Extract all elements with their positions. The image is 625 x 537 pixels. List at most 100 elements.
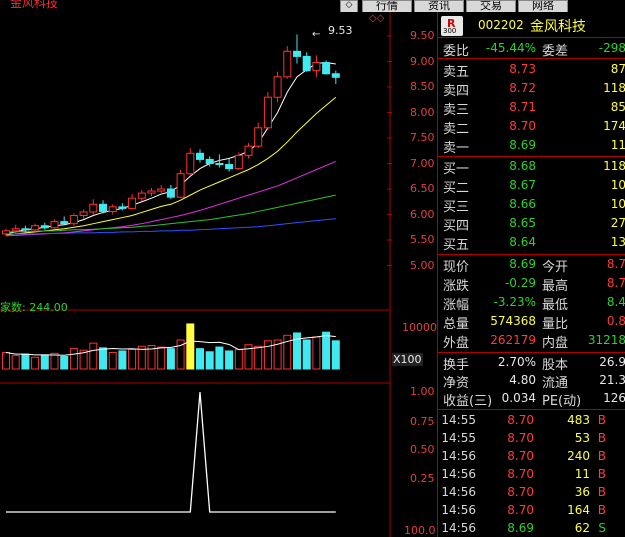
tick-side: B (597, 413, 606, 427)
candle-body (205, 158, 214, 164)
indicator-tick-1: 1.00 (410, 385, 435, 398)
volume-bar (40, 354, 49, 370)
stat-label: 总量 (443, 317, 470, 332)
candle-body (234, 154, 243, 170)
bid-volume: 13 (610, 235, 625, 249)
ask-label: 卖四 (443, 84, 470, 99)
bid-label: 买二 (443, 181, 470, 196)
stat2-value-2: 26.9 (599, 355, 625, 369)
candle-body (118, 206, 127, 209)
weibi-value: -45.44% (485, 41, 536, 55)
max-price-arrow-icon: ← (312, 29, 321, 40)
menu-trade[interactable]: 交易 (466, 0, 516, 12)
volume-bar (225, 350, 234, 370)
volume-bar (50, 352, 59, 370)
tick-price: 8.70 (507, 449, 534, 463)
ask-price: 8.71 (509, 100, 536, 114)
volume-bar (205, 351, 214, 370)
volume-bar (11, 355, 20, 370)
tick-side: B (597, 503, 606, 517)
indicator-tick-025: 0.25 (410, 472, 435, 485)
candle-body (293, 50, 301, 57)
volume-bar (31, 356, 40, 370)
ask-price: 8.72 (509, 81, 536, 95)
tick-price: 8.70 (507, 431, 534, 445)
candle-body (186, 152, 195, 175)
tick-volume: 53 (574, 431, 590, 445)
stat2-value: 0.034 (501, 391, 536, 405)
candle-body (176, 173, 185, 198)
volume-bar (108, 352, 117, 370)
menu-news[interactable]: 资讯 (414, 0, 464, 12)
ask-price: 8.69 (509, 138, 536, 152)
price-tick: 6.50 (410, 182, 435, 195)
weicha-value: -298 (598, 41, 625, 55)
volume-scale-button[interactable]: X100 (392, 353, 423, 366)
ask-volume: 11 (610, 138, 625, 152)
stat2-value-2: 21.3 (599, 373, 625, 387)
bid-price: 8.66 (509, 197, 536, 211)
stat-value: -0.29 (504, 276, 536, 290)
volume-bar (322, 331, 331, 370)
ma-line-ma10 (5, 96, 337, 236)
menu-quotes[interactable]: 行情 (362, 0, 412, 12)
volume-label: 家数: 244.00 (0, 301, 68, 314)
indicator-line (6, 391, 336, 513)
price-tick: 8.00 (410, 105, 435, 119)
candle-body (254, 127, 263, 147)
candle-body (322, 62, 331, 75)
candle-body (21, 228, 30, 231)
ask-label: 卖三 (443, 103, 470, 118)
tick-volume: 240 (567, 449, 590, 463)
candle-body (50, 221, 59, 229)
weibi-label: 委比 (443, 44, 470, 59)
volume-bar (89, 342, 98, 370)
stat2-label-2: 流通 (542, 376, 569, 391)
tick-side: B (597, 449, 606, 463)
tick-price: 8.70 (507, 503, 534, 517)
ask-price: 8.73 (509, 62, 536, 76)
tick-time: 14:56 (441, 467, 476, 481)
bid-volume: 27 (610, 216, 625, 230)
stat-value-2: 31218 (587, 333, 625, 347)
ask-label: 卖五 (443, 65, 470, 80)
ask-volume: 118 (603, 81, 625, 95)
stock-badge[interactable]: R 300 (441, 16, 463, 36)
tick-price: 8.70 (507, 485, 534, 499)
candle-body (137, 192, 146, 199)
volume-bar (21, 353, 30, 370)
stat2-value-2: 126 (603, 391, 625, 405)
diamond-icon[interactable]: ◇◇ (369, 13, 384, 24)
title-bar: 金风科技 ◇ 行情 资讯 交易 网络 (0, 0, 625, 12)
candle-body (263, 96, 272, 129)
tick-volume: 483 (567, 413, 590, 427)
candle-body (157, 188, 166, 192)
volume-bar (254, 345, 263, 370)
candle-body (128, 197, 137, 209)
candle-body (215, 163, 224, 166)
tick-time: 14:56 (441, 503, 476, 517)
candle-body (331, 73, 340, 78)
kline-chart[interactable] (0, 12, 437, 537)
restore-icon[interactable]: ◇ (340, 0, 358, 12)
bid-label: 买三 (443, 200, 470, 215)
bid-volume: 10 (610, 197, 625, 211)
tick-side: B (597, 467, 606, 481)
bid-price: 8.68 (509, 159, 536, 173)
stat2-value: 4.80 (509, 373, 536, 387)
volume-bar (331, 340, 340, 370)
candle-body (283, 50, 292, 78)
volume-bar (196, 348, 204, 370)
tick-volume: 36 (574, 485, 590, 499)
stat-label: 现价 (443, 260, 470, 275)
menu-network[interactable]: 网络 (518, 0, 568, 12)
tick-price: 8.70 (507, 413, 534, 427)
price-tick: 9.50 (410, 29, 435, 42)
stat2-value: 2.70% (497, 355, 536, 369)
tick-time: 14:55 (441, 413, 476, 427)
price-tick: 7.50 (410, 131, 435, 144)
ask-volume: 85 (610, 100, 625, 114)
price-tick: 7.00 (410, 156, 435, 170)
ask-price: 8.70 (509, 119, 536, 133)
bid-label: 买五 (443, 238, 470, 253)
